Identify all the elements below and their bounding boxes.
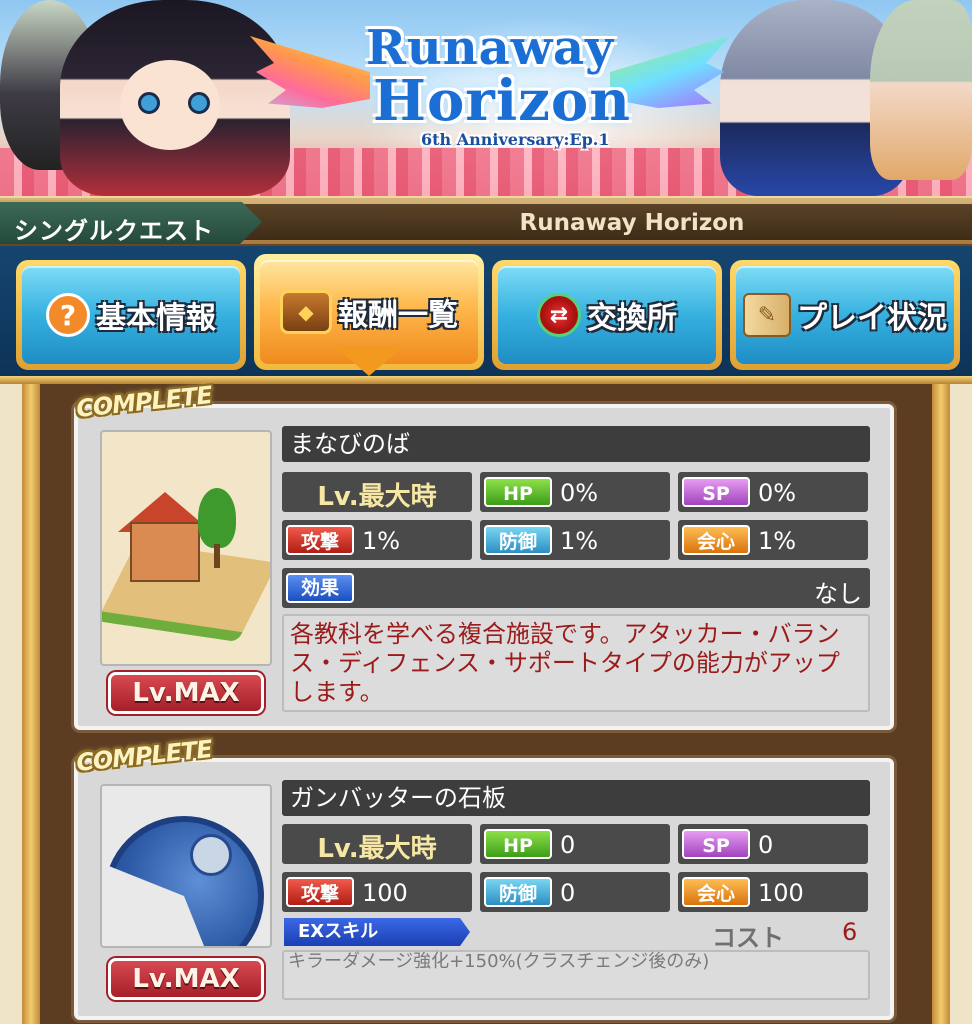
- quest-name: Runaway Horizon: [519, 210, 745, 236]
- reward-thumbnail: [100, 430, 272, 666]
- stat-hp: HP 0%: [480, 472, 670, 512]
- stat-attack: 攻撃 100: [282, 872, 472, 912]
- tab-play-status[interactable]: ✎ プレイ状況: [730, 260, 960, 370]
- tablet-emblem: [190, 834, 232, 876]
- attack-value: 1%: [362, 527, 401, 555]
- defense-value: 0: [560, 879, 576, 907]
- ex-skill-badge: EXスキル: [284, 918, 470, 946]
- hp-badge: HP: [484, 829, 552, 859]
- exchange-icon: ⇄: [537, 293, 581, 337]
- stone-tablet-image: [104, 816, 264, 946]
- ex-skill-row: EXスキル コスト 6: [282, 916, 870, 952]
- tab-label: 基本情報: [96, 301, 216, 336]
- reward-thumbnail: [100, 784, 272, 948]
- stat-sp: SP 0%: [678, 472, 868, 512]
- effect-row: 効果 なし: [282, 568, 870, 608]
- stat-row: Lv.最大時 HP 0 SP 0: [282, 824, 870, 866]
- cost-label: コスト: [712, 924, 784, 952]
- character-illustration-right-back: [870, 0, 972, 180]
- facility-building: [130, 522, 200, 582]
- tab-label: 交換所: [587, 301, 677, 336]
- scroll-icon: ✎: [743, 293, 791, 337]
- logo-line-1: Runaway: [365, 20, 615, 76]
- lv-max-label: Lv.最大時: [317, 482, 437, 512]
- question-icon: ?: [46, 293, 90, 337]
- tab-exchange[interactable]: ⇄ 交換所: [492, 260, 722, 370]
- reward-name: ガンバッターの石板: [282, 780, 870, 816]
- critical-value: 100: [758, 879, 804, 907]
- sp-value: 0%: [758, 479, 797, 507]
- lv-max-button[interactable]: Lv.MAX: [108, 672, 264, 714]
- cost-value: 6: [842, 918, 858, 946]
- logo-subtitle: 6th Anniversary:Ep.1: [421, 130, 610, 149]
- stat-row: Lv.最大時 HP 0% SP 0%: [282, 472, 870, 514]
- defense-badge: 防御: [484, 877, 552, 907]
- attack-value: 100: [362, 879, 408, 907]
- stat-row: 攻撃 1% 防御 1% 会心 1%: [282, 520, 870, 562]
- tab-label: プレイ状況: [797, 301, 947, 336]
- reward-card[interactable]: COMPLETE Lv.MAX まなびのば Lv.最大時 HP 0% SP 0%…: [74, 381, 894, 730]
- tab-label: 報酬一覧: [338, 298, 458, 333]
- quest-title-bar: シングルクエスト Runaway Horizon: [0, 196, 972, 246]
- critical-value: 1%: [758, 527, 797, 555]
- stat-row: 攻撃 100 防御 0 会心 100: [282, 872, 870, 914]
- reward-card[interactable]: COMPLETE Lv.MAX ガンバッターの石板 Lv.最大時 HP 0 SP…: [74, 735, 894, 1020]
- effect-badge: 効果: [286, 573, 354, 603]
- lv-max-label: Lv.最大時: [317, 834, 437, 864]
- attack-badge: 攻撃: [286, 525, 354, 555]
- facility-tree: [198, 488, 236, 548]
- tab-basic-info[interactable]: ? 基本情報: [16, 260, 246, 370]
- critical-badge: 会心: [682, 877, 750, 907]
- reward-description: 各教科を学べる複合施設です。アタッカー・バランス・ディフェンス・サポートタイプの…: [282, 614, 870, 712]
- defense-value: 1%: [560, 527, 599, 555]
- stat-hp: HP 0: [480, 824, 670, 864]
- tab-bar: ? 基本情報 ◆ 報酬一覧 ⇄ 交換所 ✎ プレイ状況: [0, 246, 972, 376]
- mode-label: シングルクエスト: [14, 217, 214, 245]
- character-illustration-girl: [60, 0, 290, 196]
- attack-badge: 攻撃: [286, 877, 354, 907]
- stat-defense: 防御 0: [480, 872, 670, 912]
- stat-level: Lv.最大時: [282, 824, 472, 864]
- stat-defense: 防御 1%: [480, 520, 670, 560]
- event-banner: Runaway Horizon 6th Anniversary:Ep.1: [0, 0, 972, 196]
- sp-value: 0: [758, 831, 774, 859]
- stat-level: Lv.最大時: [282, 472, 472, 512]
- reward-name: まなびのば: [282, 426, 870, 462]
- sp-badge: SP: [682, 829, 750, 859]
- event-logo: Runaway Horizon 6th Anniversary:Ep.1: [345, 22, 635, 162]
- critical-badge: 会心: [682, 525, 750, 555]
- stat-critical: 会心 100: [678, 872, 868, 912]
- hp-value: 0: [560, 831, 576, 859]
- hp-badge: HP: [484, 477, 552, 507]
- effect-value: なし: [814, 580, 862, 608]
- mode-tag: シングルクエスト: [0, 200, 262, 244]
- sp-badge: SP: [682, 477, 750, 507]
- skill-description: キラーダメージ強化+150%(クラスチェンジ後のみ): [282, 950, 870, 1000]
- logo-line-2: Horizon: [373, 68, 631, 134]
- defense-badge: 防御: [484, 525, 552, 555]
- stat-attack: 攻撃 1%: [282, 520, 472, 560]
- hp-value: 0%: [560, 479, 599, 507]
- stat-critical: 会心 1%: [678, 520, 868, 560]
- treasure-chest-icon: ◆: [280, 290, 332, 334]
- stat-sp: SP 0: [678, 824, 868, 864]
- lv-max-button[interactable]: Lv.MAX: [108, 958, 264, 1000]
